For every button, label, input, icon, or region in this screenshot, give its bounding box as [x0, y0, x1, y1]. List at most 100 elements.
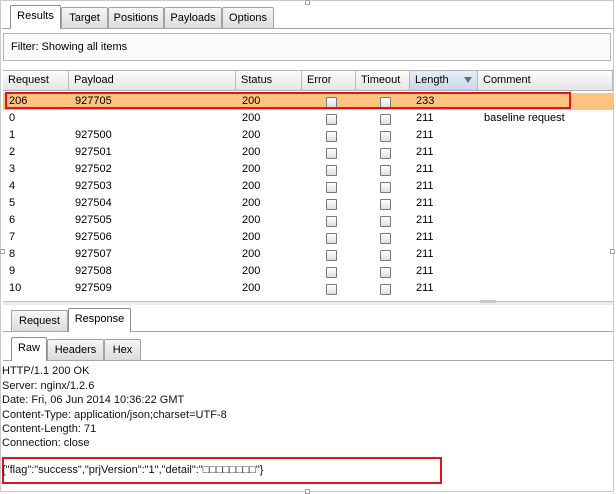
cell-timeout	[356, 144, 410, 161]
cell-comment	[478, 127, 613, 144]
cell-timeout	[356, 127, 410, 144]
resize-handle[interactable]	[305, 489, 310, 494]
response-line: Server: nginx/1.2.6	[2, 380, 95, 392]
filter-bar[interactable]: Filter: Showing all items	[3, 33, 611, 61]
cell-error	[302, 246, 356, 263]
column-header-timeout[interactable]: Timeout	[356, 71, 410, 91]
cell-comment	[478, 144, 613, 161]
cell-request: 1	[9, 129, 16, 141]
checkbox-icon	[380, 216, 391, 227]
cell-error	[302, 263, 356, 280]
checkbox-icon	[326, 233, 337, 244]
resize-handle[interactable]	[610, 249, 615, 254]
tab-results[interactable]: Results	[10, 5, 61, 29]
checkbox-icon	[326, 182, 337, 193]
cell-status: 200	[242, 214, 261, 226]
cell-error	[302, 161, 356, 178]
tab-options[interactable]: Options	[222, 7, 274, 28]
message-tab-bar: Request Response	[3, 307, 613, 332]
cell-payload: 927505	[75, 214, 112, 226]
table-row[interactable]: 3 927502 200 211	[3, 161, 613, 178]
response-line: Connection: close	[2, 437, 90, 449]
table-row[interactable]: 9 927508 200 211	[3, 263, 613, 280]
column-header-comment[interactable]: Comment	[478, 71, 613, 91]
column-header-status[interactable]: Status	[236, 71, 302, 91]
table-row[interactable]: 1 927500 200 211	[3, 127, 613, 144]
response-line: HTTP/1.1 200 OK	[2, 365, 90, 377]
checkbox-icon	[380, 267, 391, 278]
response-line: Date: Fri, 06 Jun 2014 10:36:22 GMT	[2, 394, 185, 406]
cell-timeout	[356, 246, 410, 263]
cell-request: 0	[9, 112, 16, 124]
table-row[interactable]: 6 927505 200 211	[3, 212, 613, 229]
table-row[interactable]: 8 927507 200 211	[3, 246, 613, 263]
cell-error	[302, 212, 356, 229]
checkbox-icon	[380, 148, 391, 159]
cell-comment	[478, 161, 613, 178]
column-header-payload[interactable]: Payload	[69, 71, 236, 91]
tab-payloads[interactable]: Payloads	[164, 7, 222, 28]
cell-error	[302, 178, 356, 195]
tab-request[interactable]: Request	[11, 310, 68, 331]
cell-timeout	[356, 263, 410, 280]
cell-length: 211	[416, 282, 434, 294]
checkbox-icon	[380, 284, 391, 295]
checkbox-icon	[326, 250, 337, 261]
cell-comment	[478, 280, 613, 297]
tab-target[interactable]: Target	[61, 7, 108, 28]
cell-timeout	[356, 110, 410, 127]
column-header-error[interactable]: Error	[302, 71, 356, 91]
checkbox-icon	[380, 165, 391, 176]
cell-length: 211	[416, 129, 434, 141]
table-row[interactable]: 10 927509 200 211	[3, 280, 613, 297]
table-row[interactable]: 4 927503 200 211	[3, 178, 613, 195]
table-row[interactable]: 7 927506 200 211	[3, 229, 613, 246]
cell-timeout	[356, 280, 410, 297]
checkbox-icon	[326, 114, 337, 125]
cell-length: 211	[416, 146, 434, 158]
cell-error	[302, 229, 356, 246]
tab-raw[interactable]: Raw	[11, 337, 47, 361]
cell-length: 211	[416, 265, 434, 277]
tab-hex[interactable]: Hex	[104, 339, 141, 360]
cell-error	[302, 144, 356, 161]
pane-splitter[interactable]	[3, 301, 613, 305]
cell-payload	[69, 110, 236, 127]
table-header: Request Payload Status Error Timeout Len…	[3, 71, 613, 91]
cell-request: 6	[9, 214, 16, 226]
resize-handle[interactable]	[0, 249, 5, 254]
table-row[interactable]: 0 200 211 baseline request	[3, 110, 613, 127]
splitter-grip[interactable]	[480, 300, 496, 303]
column-header-length[interactable]: Length	[410, 71, 478, 91]
cell-timeout	[356, 212, 410, 229]
cell-length: 211	[416, 248, 434, 260]
cell-error	[302, 110, 356, 127]
cell-payload: 927508	[75, 265, 112, 277]
resize-handle[interactable]	[305, 0, 310, 5]
cell-length: 211	[416, 214, 434, 226]
response-body-json: {"flag":"success","prjVersion":"1","deta…	[2, 464, 264, 476]
checkbox-icon	[326, 148, 337, 159]
tab-headers[interactable]: Headers	[47, 339, 104, 360]
column-header-request[interactable]: Request	[3, 71, 69, 91]
cell-payload: 927501	[75, 146, 112, 158]
checkbox-icon	[380, 114, 391, 125]
cell-status: 200	[242, 265, 261, 277]
view-tab-bar: Raw Headers Hex	[3, 336, 613, 361]
cell-comment	[478, 178, 613, 195]
cell-error	[302, 195, 356, 212]
cell-error	[302, 280, 356, 297]
cell-payload: 927509	[75, 282, 112, 294]
cell-request: 8	[9, 248, 16, 260]
cell-status: 200	[242, 231, 261, 243]
cell-request: 7	[9, 231, 16, 243]
tab-positions[interactable]: Positions	[108, 7, 164, 28]
cell-timeout	[356, 195, 410, 212]
checkbox-icon	[380, 131, 391, 142]
tab-response[interactable]: Response	[68, 308, 131, 332]
cell-comment	[478, 212, 613, 229]
table-row[interactable]: 2 927501 200 211	[3, 144, 613, 161]
cell-request: 4	[9, 180, 16, 192]
checkbox-icon	[326, 267, 337, 278]
table-row[interactable]: 5 927504 200 211	[3, 195, 613, 212]
